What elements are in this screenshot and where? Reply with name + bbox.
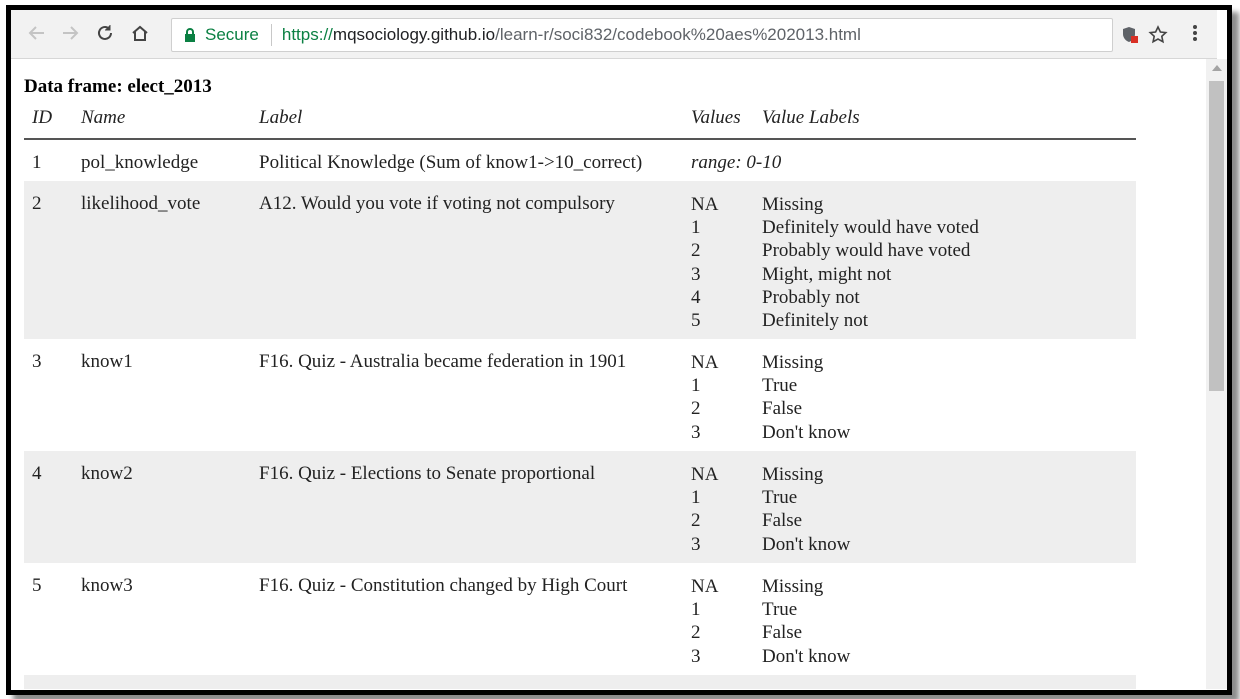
row-id: 2 — [24, 181, 81, 339]
value-label: False — [762, 398, 803, 420]
value-label: Definitely not — [762, 310, 869, 332]
row-values: NA 1 2 3 4 5 — [691, 181, 762, 339]
privacy-shield-icon[interactable] — [1120, 25, 1140, 45]
url-host: mqsociology.github.io — [332, 25, 496, 44]
row-name: know1 — [81, 351, 133, 372]
page-content: Data frame: elect_2013 ID Name Label Val… — [11, 59, 1196, 689]
row-name: know3 — [81, 575, 133, 596]
row-value-labels: Missing True False Don't know — [762, 451, 1136, 563]
value-label: Missing — [762, 464, 824, 485]
bookmark-star-icon[interactable] — [1148, 25, 1168, 45]
forward-arrow-icon[interactable] — [58, 21, 82, 45]
value-code: NA — [691, 194, 719, 215]
value-label: Missing — [762, 194, 824, 215]
table-row-partial — [24, 675, 1136, 689]
vertical-scrollbar[interactable] — [1206, 59, 1227, 689]
reload-icon[interactable] — [93, 21, 117, 45]
value-code: 5 — [691, 310, 701, 332]
row-id: 3 — [32, 351, 42, 372]
value-code: 1 — [691, 217, 701, 239]
table-row: 1 pol_knowledge Political Knowledge (Sum… — [24, 139, 1136, 181]
address-bar[interactable]: Secure https://mqsociology.github.io/lea… — [171, 18, 1168, 52]
row-range: range: 0-10 — [691, 152, 782, 173]
table-row: 5 know3 F16. Quiz - Constitution changed… — [24, 563, 1136, 675]
row-values: NA 1 2 3 — [691, 339, 762, 451]
row-id: 4 — [24, 451, 81, 563]
row-label: F16. Quiz - Constitution changed by High… — [259, 575, 628, 596]
row-label: F16. Quiz - Australia became federation … — [259, 351, 627, 372]
value-label: Probably not — [762, 286, 860, 308]
value-code: 1 — [691, 487, 701, 509]
row-label: A12. Would you vote if voting not compul… — [259, 181, 691, 339]
home-icon[interactable] — [128, 21, 152, 45]
row-name: know2 — [81, 451, 259, 563]
omnibox-divider — [270, 24, 272, 46]
screenshot-frame: Secure https://mqsociology.github.io/lea… — [6, 5, 1232, 695]
row-value-labels: Missing Definitely would have voted Prob… — [762, 181, 1136, 339]
value-code: 3 — [691, 533, 701, 555]
value-code: 3 — [691, 421, 701, 443]
row-values: NA 1 2 3 — [691, 451, 762, 563]
header-values: Values — [691, 101, 762, 140]
value-label: True — [762, 599, 798, 621]
value-label: Don't know — [762, 421, 851, 443]
row-name: pol_knowledge — [81, 152, 199, 173]
lock-icon — [184, 27, 198, 43]
header-name: Name — [81, 101, 259, 140]
value-code: 2 — [691, 240, 701, 262]
secure-label: Secure — [205, 25, 259, 44]
value-code: NA — [691, 464, 719, 485]
row-label: Political Knowledge (Sum of know1->10_co… — [259, 152, 643, 173]
value-label: Missing — [762, 352, 824, 373]
value-code: NA — [691, 576, 719, 597]
value-code: 2 — [691, 510, 701, 532]
value-label: False — [762, 622, 803, 644]
row-values: NA 1 2 3 — [691, 563, 762, 675]
value-label: Probably would have voted — [762, 240, 971, 262]
table-row: 3 know1 F16. Quiz - Australia became fed… — [24, 339, 1136, 451]
header-value-labels: Value Labels — [762, 101, 1136, 140]
value-label: Missing — [762, 576, 824, 597]
url-scheme: https:// — [281, 25, 333, 44]
row-value-labels: Missing True False Don't know — [762, 563, 1136, 675]
header-id: ID — [24, 101, 81, 140]
back-arrow-icon[interactable] — [25, 21, 49, 45]
value-label: Definitely would have voted — [762, 217, 979, 239]
table-header-row: ID Name Label Values Value Labels — [24, 101, 1136, 140]
browser-toolbar: Secure https://mqsociology.github.io/lea… — [11, 10, 1217, 59]
value-code: NA — [691, 352, 719, 373]
row-name: likelihood_vote — [81, 181, 259, 339]
value-label: Don't know — [762, 645, 851, 667]
value-label: Don't know — [762, 533, 851, 555]
row-value-labels: Missing True False Don't know — [762, 339, 1136, 451]
value-code: 2 — [691, 622, 701, 644]
value-label: True — [762, 487, 798, 509]
value-label: True — [762, 375, 798, 397]
table-row: 4 know2 F16. Quiz - Elections to Senate … — [24, 451, 1136, 563]
scroll-up-arrow-icon[interactable] — [1212, 65, 1222, 71]
value-label: False — [762, 510, 803, 532]
value-label: Might, might not — [762, 263, 892, 285]
url-path: /learn-r/soci832/codebook%20aes%202013.h… — [495, 25, 861, 44]
codebook-table: ID Name Label Values Value Labels 1 pol_… — [24, 101, 1136, 689]
value-code: 2 — [691, 398, 701, 420]
menu-kebab-icon[interactable] — [1183, 21, 1207, 45]
url-text[interactable]: https://mqsociology.github.io/learn-r/so… — [282, 25, 861, 45]
row-id: 1 — [32, 152, 42, 173]
page-title: Data frame: elect_2013 — [24, 76, 212, 97]
value-code: 4 — [691, 286, 701, 308]
value-code: 3 — [691, 645, 701, 667]
header-label: Label — [259, 101, 691, 140]
row-label: F16. Quiz - Elections to Senate proporti… — [259, 451, 691, 563]
value-code: 3 — [691, 263, 701, 285]
value-code: 1 — [691, 375, 701, 397]
table-row: 2 likelihood_vote A12. Would you vote if… — [24, 181, 1136, 339]
scrollbar-thumb[interactable] — [1209, 81, 1224, 391]
value-code: 1 — [691, 599, 701, 621]
row-id: 5 — [32, 575, 42, 596]
row-cutoff — [24, 675, 1136, 689]
